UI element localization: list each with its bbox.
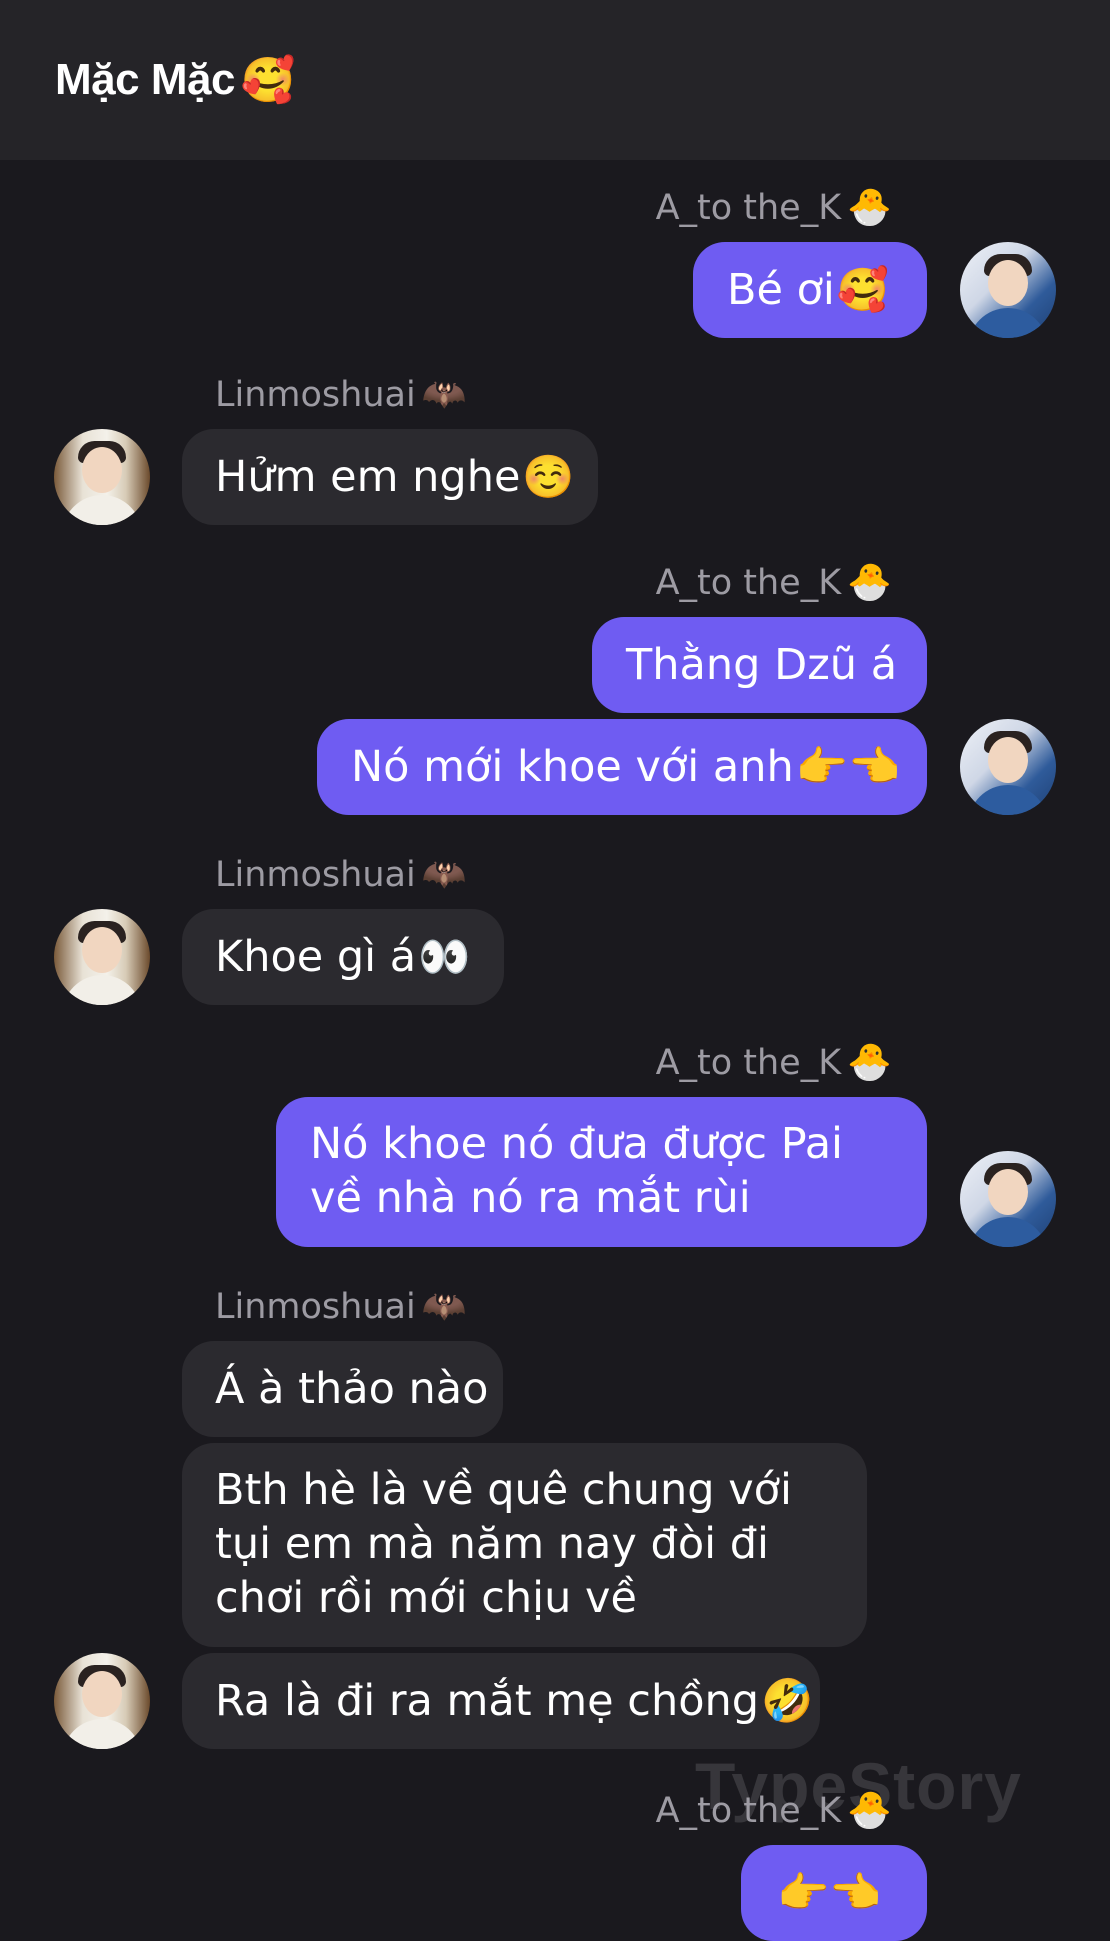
sender-label: A_to the_K <box>655 1043 842 1083</box>
bat-icon: 🦇 <box>421 374 467 415</box>
message-text: Thằng Dzũ á <box>626 640 898 690</box>
avatar-outgoing[interactable] <box>960 1151 1056 1247</box>
message-bubble-outgoing[interactable]: Thằng Dzũ á <box>592 617 927 713</box>
message-text: Á à thảo nào <box>215 1364 489 1414</box>
chat-title: Mặc Mặc <box>55 55 235 104</box>
sender-name-incoming: Linmoshuai 🦇 <box>215 1286 467 1328</box>
smiling-hearts-emoji-icon: 🥰 <box>836 265 890 314</box>
smiling-hearts-emoji-icon: 🥰 <box>240 55 296 106</box>
avatar-incoming[interactable] <box>54 429 150 525</box>
message-text: Ra là đi ra mắt mẹ chồng <box>215 1676 760 1726</box>
message-text: Hửm em nghe <box>215 452 521 502</box>
sender-name-outgoing: A_to the_K 🐣 <box>655 1042 892 1084</box>
sender-label: Linmoshuai <box>215 375 416 415</box>
pointing-fingers-emoji-icon: 👉👈 <box>777 1868 882 1917</box>
message-text: Bé ơi <box>727 265 835 315</box>
sender-label: A_to the_K <box>655 1791 842 1831</box>
message-bubble-incoming[interactable]: Khoe gì á 👀 <box>182 909 504 1005</box>
avatar-incoming[interactable] <box>54 1653 150 1749</box>
sender-label: Linmoshuai <box>215 855 416 895</box>
message-bubble-incoming[interactable]: Bth hè là về quê chung với tụi em mà năm… <box>182 1443 867 1647</box>
message-bubble-outgoing[interactable]: Nó mới khoe với anh 👉👈 <box>317 719 927 815</box>
message-bubble-incoming[interactable]: Ra là đi ra mắt mẹ chồng 🤣 <box>182 1653 820 1749</box>
avatar-outgoing[interactable] <box>960 242 1056 338</box>
chick-icon: 🐣 <box>847 1042 892 1083</box>
sender-label: A_to the_K <box>655 188 842 228</box>
smiling-emoji-icon: ☺️ <box>522 452 575 501</box>
message-bubble-outgoing[interactable]: Bé ơi 🥰 <box>693 242 927 338</box>
chick-icon: 🐣 <box>847 187 892 228</box>
sender-label: Linmoshuai <box>215 1287 416 1327</box>
bat-icon: 🦇 <box>421 1286 467 1327</box>
sender-name-incoming: Linmoshuai 🦇 <box>215 374 467 416</box>
message-text: Nó khoe nó đưa được Pai về nhà nó ra mắt… <box>310 1119 843 1223</box>
message-bubble-incoming[interactable]: Á à thảo nào <box>182 1341 503 1437</box>
chick-icon: 🐣 <box>847 1790 892 1831</box>
laughing-emoji-icon: 🤣 <box>761 1676 814 1725</box>
chat-header: Mặc Mặc 🥰 <box>0 0 1110 160</box>
sender-name-outgoing: A_to the_K 🐣 <box>655 562 892 604</box>
sender-name-outgoing: A_to the_K 🐣 <box>655 187 892 229</box>
message-text: Khoe gì á <box>215 932 417 982</box>
message-text: Nó mới khoe với anh <box>351 742 794 792</box>
message-bubble-outgoing[interactable]: 👉👈 <box>741 1845 927 1941</box>
sender-label: A_to the_K <box>655 563 842 603</box>
sender-name-incoming: Linmoshuai 🦇 <box>215 854 467 896</box>
avatar-incoming[interactable] <box>54 909 150 1005</box>
message-bubble-incoming[interactable]: Hửm em nghe ☺️ <box>182 429 598 525</box>
avatar-outgoing[interactable] <box>960 719 1056 815</box>
pointing-fingers-emoji-icon: 👉👈 <box>795 742 901 791</box>
sender-name-outgoing: A_to the_K 🐣 <box>655 1790 892 1832</box>
chick-icon: 🐣 <box>847 562 892 603</box>
bat-icon: 🦇 <box>421 854 467 895</box>
message-text: Bth hè là về quê chung với tụi em mà năm… <box>215 1465 792 1623</box>
eyes-emoji-icon: 👀 <box>418 932 471 981</box>
message-bubble-outgoing[interactable]: Nó khoe nó đưa được Pai về nhà nó ra mắt… <box>276 1097 927 1247</box>
